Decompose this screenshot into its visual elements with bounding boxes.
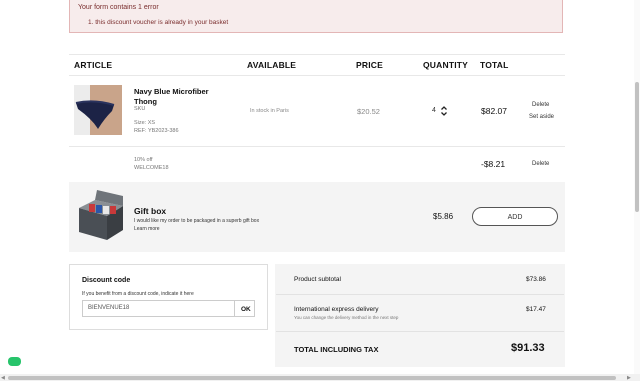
- gift-box-description: I would like my order to be packaged in …: [134, 217, 274, 233]
- delivery-label: International express delivery: [294, 306, 379, 313]
- col-header-article: ARTICLE: [74, 60, 113, 70]
- total-label: TOTAL INCLUDING TAX: [294, 345, 379, 354]
- product-total: $82.07: [481, 106, 507, 116]
- product-size: Size: XS: [134, 120, 156, 126]
- gift-box-title: Gift box: [134, 206, 167, 216]
- subtotal-value: $73.86: [526, 276, 546, 283]
- set-aside-link[interactable]: Set aside: [529, 114, 554, 120]
- discount-total: -$8.21: [481, 159, 506, 169]
- chat-icon[interactable]: [8, 357, 21, 366]
- col-header-quantity: QUANTITY: [423, 60, 469, 70]
- discount-code-applied: WELCOME18: [134, 165, 169, 171]
- discount-code-input[interactable]: BIENVENUE18: [82, 300, 235, 317]
- horizontal-scroll-thumb[interactable]: [8, 376, 616, 380]
- product-price: $20.52: [357, 107, 380, 116]
- gift-box-price: $5.86: [433, 212, 454, 221]
- delete-product-link[interactable]: Delete: [532, 102, 549, 108]
- error-item: 1. this discount voucher is already in y…: [88, 19, 229, 26]
- product-sku: SKU: [134, 106, 146, 112]
- col-header-price: PRICE: [356, 60, 383, 70]
- discount-code-help: If you benefit from a discount code, ind…: [82, 291, 194, 297]
- divider: [69, 75, 565, 76]
- vertical-scroll-thumb[interactable]: [635, 82, 639, 212]
- discount-code-title: Discount code: [82, 277, 131, 284]
- gift-box-description-text: I would like my order to be packaged in …: [134, 218, 260, 224]
- add-gift-box-button[interactable]: ADD: [472, 207, 558, 226]
- discount-code-panel: [69, 264, 268, 330]
- gift-box-image: [75, 190, 125, 242]
- discount-label: 10% off: [134, 157, 153, 163]
- subtotal-label: Product subtotal: [294, 276, 341, 283]
- total-value: $91.33: [511, 342, 545, 354]
- divider: [276, 331, 564, 332]
- col-header-total: TOTAL: [480, 60, 509, 70]
- delivery-note: You can change the delivery method in th…: [294, 315, 399, 320]
- col-header-available: AVAILABLE: [247, 60, 297, 70]
- product-availability: In stock in Paris: [250, 108, 289, 114]
- learn-more-link[interactable]: Learn more: [134, 225, 274, 233]
- error-title: Your form contains 1 error: [78, 4, 159, 11]
- divider: [276, 294, 564, 295]
- product-thumbnail[interactable]: [74, 85, 122, 135]
- divider: [69, 54, 565, 55]
- scroll-left-icon[interactable]: ◀: [1, 375, 5, 381]
- delete-discount-link[interactable]: Delete: [532, 161, 549, 167]
- quantity-value[interactable]: 4: [432, 107, 436, 114]
- quantity-stepper-icon[interactable]: [440, 104, 448, 118]
- scroll-right-icon[interactable]: ▶: [627, 375, 631, 381]
- delivery-value: $17.47: [526, 306, 546, 313]
- divider: [69, 146, 565, 147]
- discount-code-ok-button[interactable]: OK: [235, 300, 255, 317]
- product-ref: REF: YB2023-386: [134, 128, 179, 134]
- product-name[interactable]: Navy Blue Microfiber Thong: [134, 87, 229, 107]
